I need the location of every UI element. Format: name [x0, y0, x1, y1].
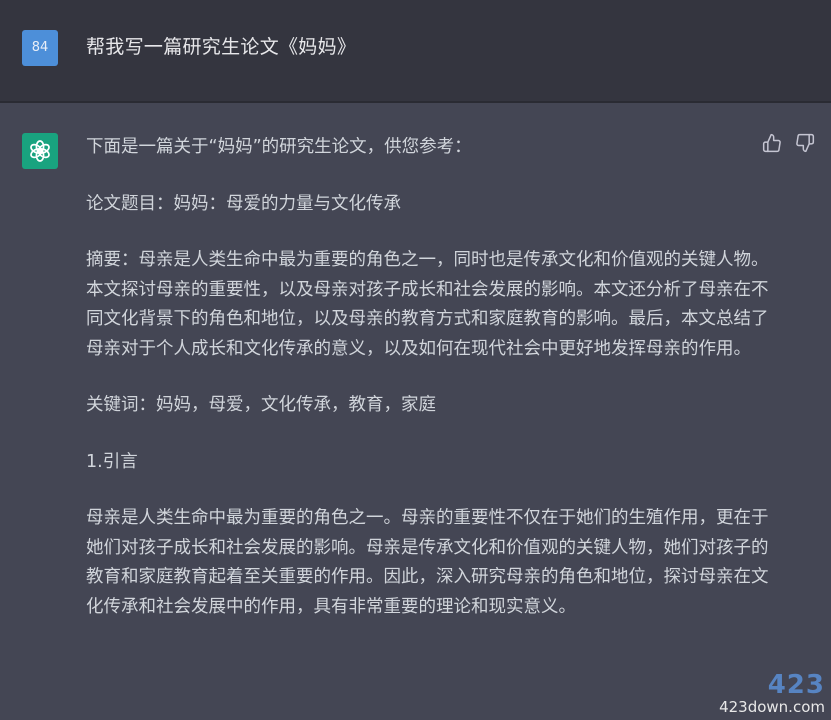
- watermark-text: 423down.com: [719, 698, 825, 716]
- paper-abstract: 摘要：母亲是人类生命中最为重要的角色之一，同时也是传承文化和价值观的关键人物。本…: [86, 250, 769, 359]
- site-watermark: 423 423down.com: [719, 672, 825, 716]
- assistant-message-content: 下面是一篇关于“妈妈”的研究生论文，供您参考： 论文题目：妈妈：母爱的力量与文化…: [86, 133, 776, 649]
- section-heading-introduction: 1.引言: [86, 451, 138, 472]
- assistant-message-row: 下面是一篇关于“妈妈”的研究生论文，供您参考： 论文题目：妈妈：母爱的力量与文化…: [0, 103, 831, 720]
- user-message-row: 84 帮我写一篇研究生论文《妈妈》: [0, 0, 831, 101]
- thumbs-down-icon[interactable]: [795, 133, 815, 157]
- user-message-text: 帮我写一篇研究生论文《妈妈》: [86, 36, 357, 58]
- paper-title: 论文题目：妈妈：母爱的力量与文化传承: [86, 193, 401, 214]
- watermark-logo: 423: [767, 670, 825, 700]
- paper-keywords: 关键词：妈妈，母爱，文化传承，教育，家庭: [86, 395, 436, 415]
- user-avatar: 84: [22, 30, 58, 66]
- introduction-paragraph: 母亲是人类生命中最为重要的角色之一。母亲的重要性不仅在于她们的生殖作用，更在于她…: [86, 508, 769, 617]
- openai-logo-icon: [22, 133, 58, 169]
- assistant-intro: 下面是一篇关于“妈妈”的研究生论文，供您参考：: [86, 137, 472, 157]
